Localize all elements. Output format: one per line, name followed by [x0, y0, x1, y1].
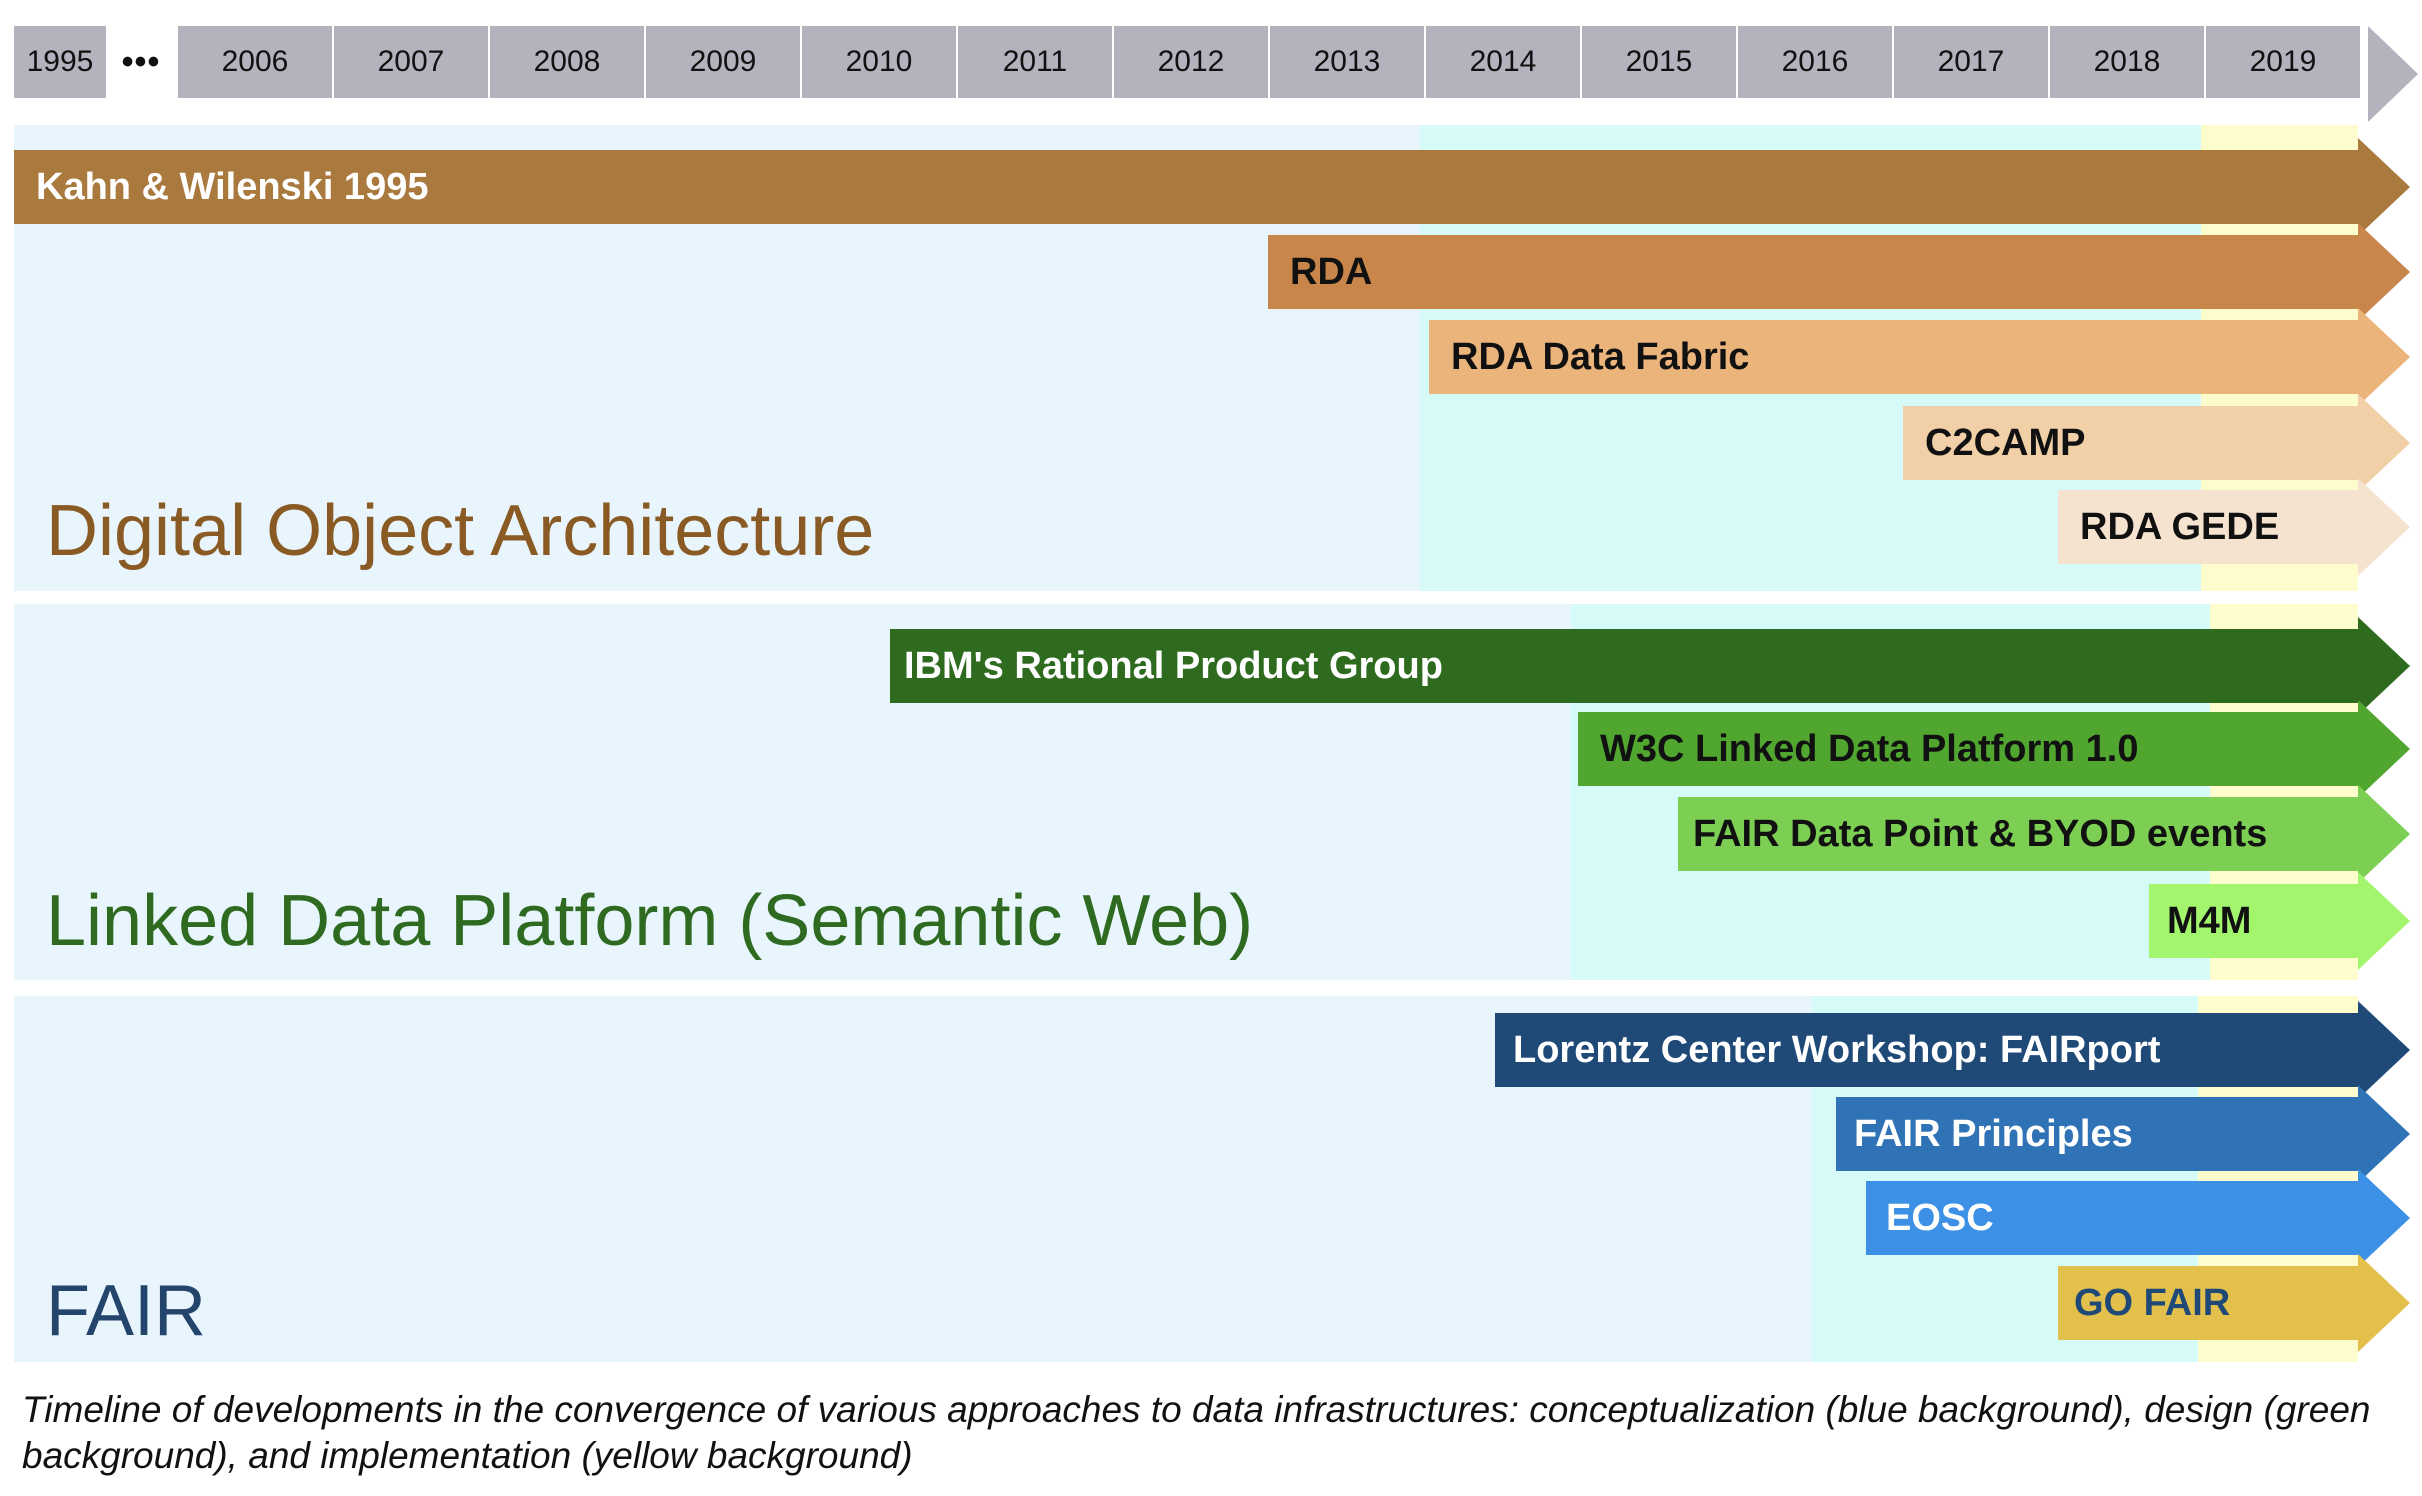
year-gap-ellipsis: •••	[121, 42, 161, 81]
year-2017: 2017	[1894, 26, 2048, 98]
year-1995: 1995	[14, 26, 106, 98]
year-2012: 2012	[1114, 26, 1268, 98]
bar-rda-gede: RDA GEDE	[2058, 490, 2360, 564]
year-2010: 2010	[802, 26, 956, 98]
section-title-digital-object-architecture: Digital Object Architecture	[46, 491, 875, 571]
year-2015: 2015	[1582, 26, 1736, 98]
bar-go-fair: GO FAIR	[2058, 1266, 2360, 1340]
section-title-fair: FAIR	[46, 1271, 207, 1351]
timeline-diagram: 1995 ••• 2006 2007 2008 2009 2010 2011 2012 201…	[0, 0, 2422, 1496]
year-2019: 2019	[2206, 26, 2360, 98]
axis-arrow-icon	[2368, 26, 2418, 122]
bar-arrow-icon	[2358, 1254, 2410, 1352]
year-2008: 2008	[490, 26, 644, 98]
year-2007: 2007	[334, 26, 488, 98]
bar-arrow-icon	[2358, 872, 2410, 970]
bar-arrow-icon	[2358, 785, 2410, 883]
figure-caption: Timeline of developments in the converge…	[22, 1389, 2371, 1476]
bar-arrow-icon	[2358, 700, 2410, 798]
year-2009: 2009	[646, 26, 800, 98]
bar-fair-data-point-byod: FAIR Data Point & BYOD events	[1678, 797, 2360, 871]
bar-arrow-icon	[2358, 308, 2410, 406]
bar-eosc: EOSC	[1866, 1181, 2360, 1255]
bar-arrow-icon	[2358, 478, 2410, 576]
bar-fair-principles: FAIR Principles	[1836, 1097, 2360, 1171]
bar-m4m: M4M	[2149, 884, 2360, 958]
bar-kahn-wilenski-1995: Kahn & Wilenski 1995	[14, 150, 2360, 224]
year-2018: 2018	[2050, 26, 2204, 98]
bar-c2camp: C2CAMP	[1903, 406, 2360, 480]
bar-ibm-rational-product-group: IBM's Rational Product Group	[890, 629, 2360, 703]
year-2011: 2011	[958, 26, 1112, 98]
year-2016: 2016	[1738, 26, 1892, 98]
bar-arrow-icon	[2358, 138, 2410, 236]
bar-arrow-icon	[2358, 223, 2410, 321]
bar-arrow-icon	[2358, 1169, 2410, 1267]
year-2006: 2006	[178, 26, 332, 98]
bar-rda: RDA	[1268, 235, 2360, 309]
section-title-linked-data-platform: Linked Data Platform (Semantic Web)	[46, 881, 1254, 961]
bar-w3c-linked-data-platform: W3C Linked Data Platform 1.0	[1578, 712, 2360, 786]
bar-lorentz-center-workshop: Lorentz Center Workshop: FAIRport	[1495, 1013, 2360, 1087]
bar-rda-data-fabric: RDA Data Fabric	[1429, 320, 2360, 394]
year-2014: 2014	[1426, 26, 1580, 98]
year-2013: 2013	[1270, 26, 1424, 98]
